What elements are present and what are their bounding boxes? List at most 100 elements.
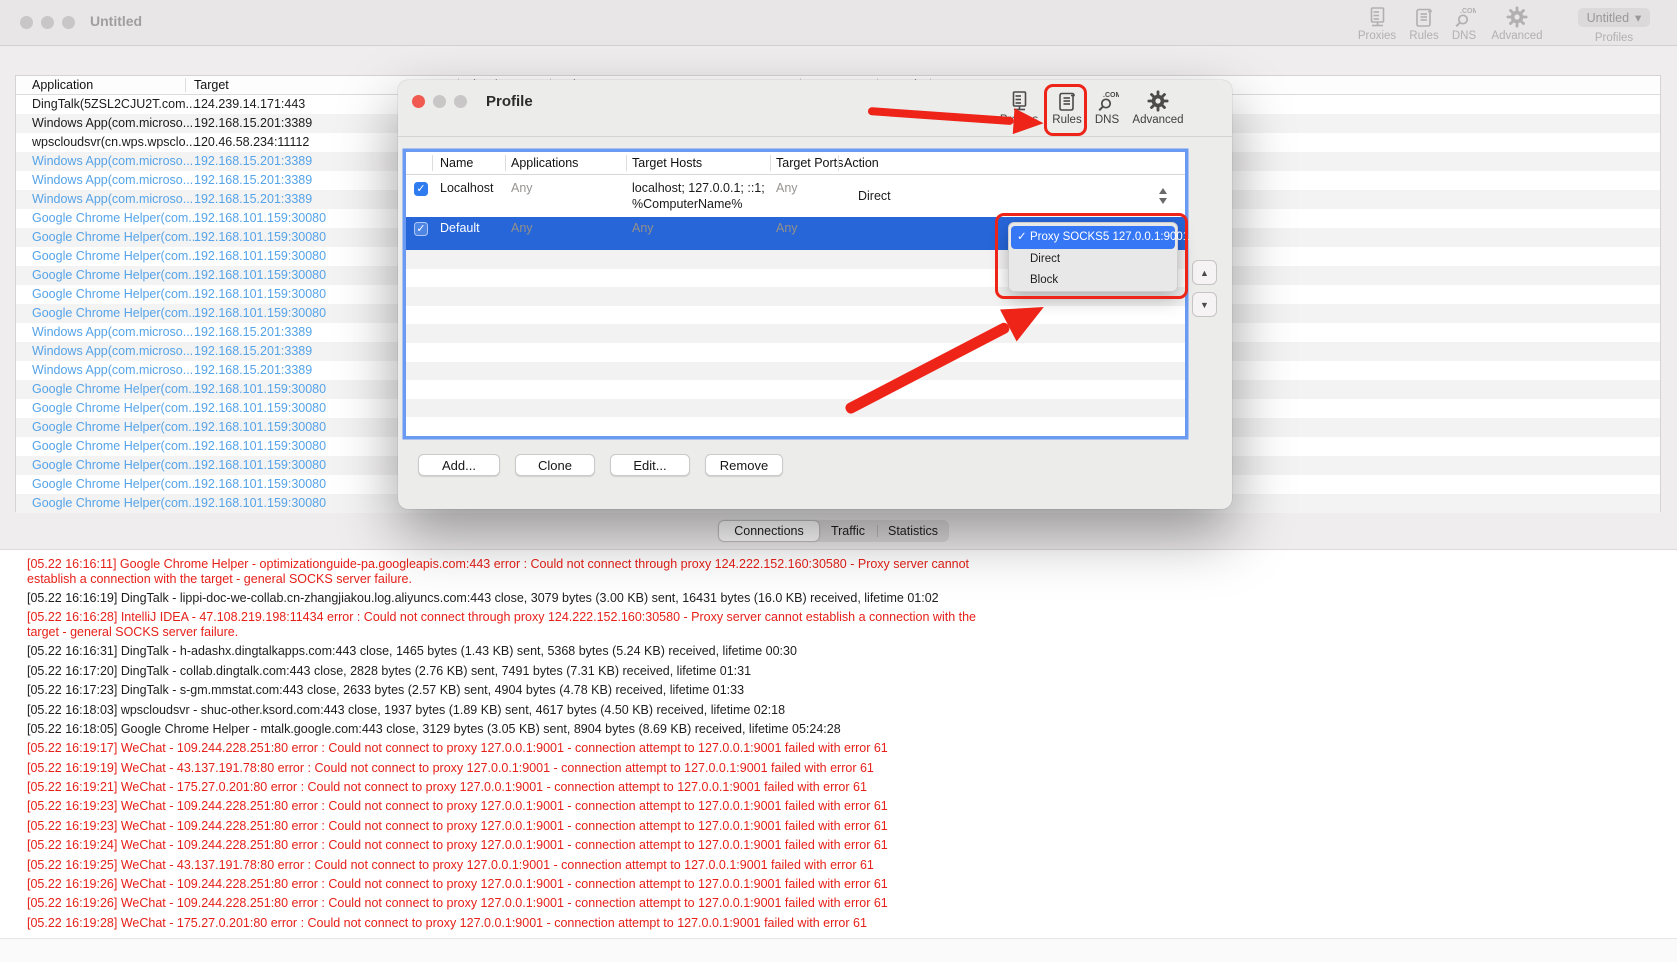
log-entry: [05.22 16:16:11] Google Chrome Helper - … bbox=[27, 557, 1657, 586]
move-rule-up-button[interactable]: ▲ bbox=[1192, 260, 1217, 285]
log-entry: [05.22 16:17:23] DingTalk - s-gm.mmstat.… bbox=[27, 683, 1657, 698]
action-dropdown-menu: ✓ Proxy SOCKS5 127.0.0.1:9001 Direct Blo… bbox=[1008, 222, 1178, 292]
dialog-zoom-button[interactable] bbox=[454, 95, 467, 108]
dialog-title: Profile bbox=[486, 93, 533, 110]
rules-table-empty-row bbox=[406, 324, 1185, 343]
rule-name: Localhost bbox=[440, 181, 494, 195]
log-entry: [05.22 16:19:17] WeChat - 109.244.228.25… bbox=[27, 741, 1657, 756]
log-entry: [05.22 16:19:21] WeChat - 175.27.0.201:8… bbox=[27, 780, 1657, 795]
connection-target: 192.168.101.159:30080 bbox=[194, 306, 326, 320]
connection-application: Google Chrome Helper(com... bbox=[32, 382, 199, 396]
chevron-down-icon: ▾ bbox=[1635, 10, 1641, 25]
dialog-toolbar-rules-button[interactable]: Rules bbox=[1046, 88, 1088, 126]
toolbar-advanced-button[interactable]: Advanced bbox=[1487, 4, 1547, 42]
connection-target: 192.168.101.159:30080 bbox=[194, 382, 326, 396]
col-application[interactable]: Application bbox=[32, 78, 93, 92]
log-entry: [05.22 16:16:19] DingTalk - lippi-doc-we… bbox=[27, 591, 1657, 606]
dialog-close-button[interactable] bbox=[412, 95, 425, 108]
server-icon bbox=[1350, 4, 1404, 28]
rules-table: Name Applications Target Hosts Target Po… bbox=[406, 152, 1185, 436]
toolbar-proxies-button[interactable]: Proxies bbox=[1350, 4, 1404, 42]
main-titlebar: Untitled Proxies Rules .COM D bbox=[0, 0, 1677, 46]
minimize-button[interactable] bbox=[41, 16, 54, 29]
close-button[interactable] bbox=[20, 16, 33, 29]
connection-application: Google Chrome Helper(com... bbox=[32, 420, 199, 434]
rule-target-ports: Any bbox=[776, 181, 798, 195]
rules-table-empty-row bbox=[406, 362, 1185, 381]
rule-checkbox[interactable]: ✓ bbox=[414, 182, 428, 196]
dialog-minimize-button[interactable] bbox=[433, 95, 446, 108]
rules-table-header: Name Applications Target Hosts Target Po… bbox=[406, 152, 1185, 175]
zoom-button[interactable] bbox=[62, 16, 75, 29]
dialog-toolbar-advanced-button[interactable]: Advanced bbox=[1128, 88, 1188, 126]
connection-target: 192.168.15.201:3389 bbox=[194, 173, 312, 187]
rule-target-ports: Any bbox=[776, 221, 798, 235]
gear-icon bbox=[1128, 88, 1188, 112]
connection-target: 192.168.101.159:30080 bbox=[194, 249, 326, 263]
connection-application: Google Chrome Helper(com... bbox=[32, 477, 199, 491]
log-entry: [05.22 16:19:23] WeChat - 109.244.228.25… bbox=[27, 799, 1657, 814]
connection-target: 192.168.101.159:30080 bbox=[194, 439, 326, 453]
rule-target-hosts: Any bbox=[632, 221, 654, 235]
connection-target: 192.168.101.159:30080 bbox=[194, 496, 326, 510]
connection-target: 192.168.101.159:30080 bbox=[194, 401, 326, 415]
log-entry: [05.22 16:16:28] IntelliJ IDEA - 47.108.… bbox=[27, 610, 1657, 639]
connection-target: 192.168.101.159:30080 bbox=[194, 458, 326, 472]
action-stepper-icon[interactable] bbox=[1158, 187, 1169, 205]
action-menu-item[interactable]: Direct bbox=[1011, 249, 1175, 270]
checkmark-icon: ✓ bbox=[1017, 226, 1029, 249]
up-triangle-icon: ▲ bbox=[1200, 268, 1209, 278]
tab-statistics[interactable]: Statistics bbox=[878, 521, 948, 541]
log-entry: [05.22 16:16:31] DingTalk - h-adashx.din… bbox=[27, 644, 1657, 659]
connection-application: Google Chrome Helper(com... bbox=[32, 496, 199, 510]
com-search-icon: .COM bbox=[1088, 88, 1126, 112]
dialog-toolbar-proxies-button[interactable]: Proxies bbox=[994, 88, 1044, 126]
profile-dialog: Profile Proxies Rules bbox=[398, 80, 1232, 509]
col-applications: Applications bbox=[511, 156, 578, 170]
connection-target: 192.168.101.159:30080 bbox=[194, 268, 326, 282]
dialog-toolbar-dns-button[interactable]: .COM DNS bbox=[1088, 88, 1126, 126]
connection-application: Windows App(com.microso... bbox=[32, 116, 193, 130]
rule-applications: Any bbox=[511, 181, 533, 195]
log-panel[interactable]: [05.22 16:16:11] Google Chrome Helper - … bbox=[0, 549, 1677, 938]
tab-connections[interactable]: Connections bbox=[719, 521, 819, 541]
com-search-icon: .COM bbox=[1444, 4, 1484, 28]
rules-table-empty-row bbox=[406, 417, 1185, 436]
toolbar-dns-button[interactable]: .COM DNS bbox=[1444, 4, 1484, 42]
log-entry: [05.22 16:19:26] WeChat - 109.244.228.25… bbox=[27, 896, 1657, 911]
move-rule-down-button[interactable]: ▼ bbox=[1192, 292, 1217, 317]
add-button[interactable]: Add... bbox=[418, 454, 500, 476]
connection-application: Google Chrome Helper(com... bbox=[32, 287, 199, 301]
bottom-scrollbar-track[interactable] bbox=[0, 938, 1677, 962]
log-entry: [05.22 16:18:05] Google Chrome Helper - … bbox=[27, 722, 1657, 737]
connection-application: Google Chrome Helper(com... bbox=[32, 458, 199, 472]
profiles-dropdown[interactable]: Untitled▾ bbox=[1578, 8, 1650, 27]
connection-target: 192.168.101.159:30080 bbox=[194, 230, 326, 244]
toolbar-rules-button[interactable]: Rules bbox=[1402, 4, 1446, 42]
edit-button[interactable]: Edit... bbox=[610, 454, 690, 476]
connection-target: 192.168.15.201:3389 bbox=[194, 325, 312, 339]
profiles-caption: Profiles bbox=[1578, 32, 1650, 44]
rule-checkbox[interactable]: ✓ bbox=[414, 222, 428, 236]
gear-icon bbox=[1487, 4, 1547, 28]
connection-target: 192.168.15.201:3389 bbox=[194, 344, 312, 358]
connection-application: Google Chrome Helper(com... bbox=[32, 401, 199, 415]
rule-target-hosts: localhost; 127.0.0.1; ::1; %ComputerName… bbox=[632, 181, 765, 212]
connection-application: Google Chrome Helper(com... bbox=[32, 268, 199, 282]
log-entry: [05.22 16:19:26] WeChat - 109.244.228.25… bbox=[27, 877, 1657, 892]
log-entry: [05.22 16:19:25] WeChat - 43.137.191.78:… bbox=[27, 858, 1657, 873]
col-target[interactable]: Target bbox=[194, 78, 229, 92]
action-menu-item[interactable]: ✓ Proxy SOCKS5 127.0.0.1:9001 bbox=[1011, 226, 1175, 249]
svg-text:.COM: .COM bbox=[1460, 8, 1476, 15]
rules-table-empty-row bbox=[406, 306, 1185, 325]
connection-application: Google Chrome Helper(com... bbox=[32, 230, 199, 244]
remove-button[interactable]: Remove bbox=[705, 454, 783, 476]
rule-row-localhost[interactable]: ✓ Localhost Any localhost; 127.0.0.1; ::… bbox=[406, 175, 1185, 217]
connection-application: Google Chrome Helper(com... bbox=[32, 211, 199, 225]
action-menu-item[interactable]: Block bbox=[1011, 270, 1175, 291]
connection-application: wpscloudsvr(cn.wps.wpsclo... bbox=[32, 135, 196, 149]
connection-application: Windows App(com.microso... bbox=[32, 173, 193, 187]
connection-target: 192.168.15.201:3389 bbox=[194, 192, 312, 206]
clone-button[interactable]: Clone bbox=[515, 454, 595, 476]
tab-traffic[interactable]: Traffic bbox=[819, 521, 877, 541]
